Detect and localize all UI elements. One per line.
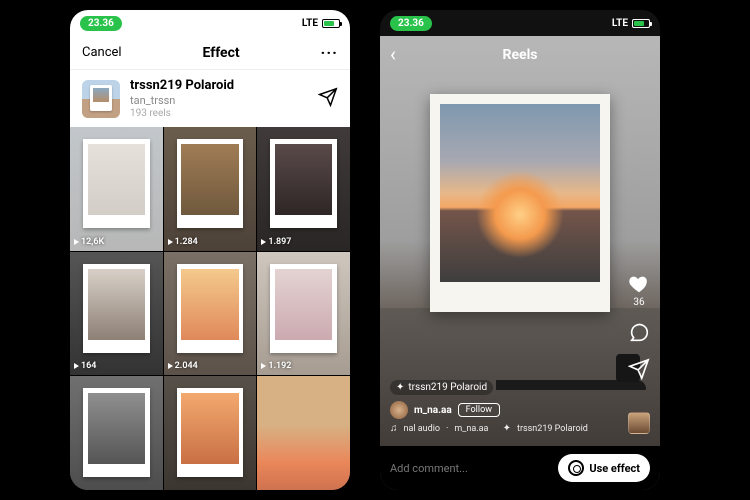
reel-meta: ✦ trssn219 Polaroid m_na.aa Follow ♫ nal … — [390, 380, 590, 434]
plays-count: 1.192 — [268, 361, 291, 371]
audio-effect: trssn219 Polaroid — [517, 424, 588, 434]
reel-playback-screen: 23.36 LTE ‹ Reels 36 ✦trssn219 Polaroid — [380, 10, 660, 490]
status-bar: 23.36 LTE — [380, 10, 660, 36]
play-icon — [261, 363, 266, 369]
network-label: LTE — [302, 18, 318, 29]
play-icon — [168, 363, 173, 369]
audio-thumbnail[interactable] — [628, 412, 650, 434]
status-time: 23.36 — [80, 16, 122, 31]
play-icon — [74, 363, 79, 369]
audio-user: m_na.aa — [454, 424, 488, 434]
status-time: 23.36 — [390, 16, 432, 31]
plays-count: 12,6K — [81, 237, 104, 247]
reel-cell[interactable]: 1.284 — [164, 127, 257, 251]
top-bar: Cancel Effect ··· — [70, 36, 350, 70]
plays-count: 164 — [81, 361, 96, 371]
reel-cell[interactable] — [70, 376, 163, 490]
username[interactable]: m_na.aa — [414, 405, 452, 416]
plays-count: 1.897 — [268, 237, 291, 247]
sparkle-icon: ✦ — [503, 423, 511, 434]
play-icon — [261, 239, 266, 245]
comment-icon[interactable] — [628, 322, 650, 344]
action-rail: 36 — [628, 273, 650, 380]
heart-icon — [628, 273, 650, 295]
network-label: LTE — [612, 18, 628, 29]
comment-input[interactable]: Add comment... — [390, 462, 550, 475]
music-note-icon: ♫ — [390, 423, 398, 434]
avatar[interactable] — [390, 401, 408, 419]
plays-count: 2.044 — [175, 361, 198, 371]
use-effect-label: Use effect — [589, 462, 640, 475]
cancel-button[interactable]: Cancel — [82, 45, 122, 60]
reels-grid: 12,6K 1.284 1.897 164 2.044 1.192 — [70, 127, 350, 490]
reel-cell[interactable]: 1.897 — [257, 127, 350, 251]
comment-bar: Add comment... Use effect — [380, 446, 660, 490]
effect-gallery-screen: 23.36 LTE Cancel Effect ··· trssn219 Pol… — [70, 10, 350, 490]
reel-cell[interactable] — [257, 376, 350, 490]
audio-title: nal audio — [404, 424, 441, 434]
polaroid-frame — [430, 94, 610, 312]
reel-cell[interactable]: 2.044 — [164, 252, 257, 376]
battery-icon — [632, 19, 650, 28]
reel-cell[interactable]: 164 — [70, 252, 163, 376]
reel-cell[interactable]: 12,6K — [70, 127, 163, 251]
camera-icon — [568, 460, 584, 476]
audio-line[interactable]: ♫ nal audio · m_na.aa ✦ trssn219 Polaroi… — [390, 423, 590, 434]
like-count: 36 — [628, 297, 650, 308]
follow-button[interactable]: Follow — [458, 403, 500, 417]
effect-tag[interactable]: ✦ trssn219 Polaroid — [390, 380, 493, 395]
page-title: Effect — [202, 45, 239, 61]
plays-count: 1.284 — [175, 237, 198, 247]
more-icon[interactable]: ··· — [321, 43, 338, 62]
share-icon[interactable] — [318, 87, 338, 111]
effect-reel-count: 193 reels — [130, 108, 308, 119]
effect-tag-label: trssn219 Polaroid — [408, 382, 487, 393]
reels-title: Reels — [380, 40, 660, 70]
effect-name: trssn219 Polaroid — [130, 78, 308, 93]
share-icon[interactable] — [628, 358, 650, 380]
play-icon — [74, 239, 79, 245]
play-icon — [168, 239, 173, 245]
status-bar: 23.36 LTE — [70, 10, 350, 36]
effect-info: trssn219 Polaroid tan_trssn 193 reels — [130, 78, 308, 119]
sparkle-icon: ✦ — [396, 382, 404, 393]
effect-author[interactable]: tan_trssn — [130, 94, 308, 107]
like-button[interactable]: 36 — [628, 273, 650, 308]
use-effect-button[interactable]: Use effect — [558, 454, 650, 482]
reel-cell[interactable]: 1.192 — [257, 252, 350, 376]
effect-thumbnail[interactable] — [82, 80, 120, 118]
status-right: LTE — [302, 18, 340, 29]
effect-header: trssn219 Polaroid tan_trssn 193 reels — [70, 70, 350, 127]
status-right: LTE — [612, 18, 650, 29]
reel-cell[interactable] — [164, 376, 257, 490]
battery-icon — [322, 19, 340, 28]
